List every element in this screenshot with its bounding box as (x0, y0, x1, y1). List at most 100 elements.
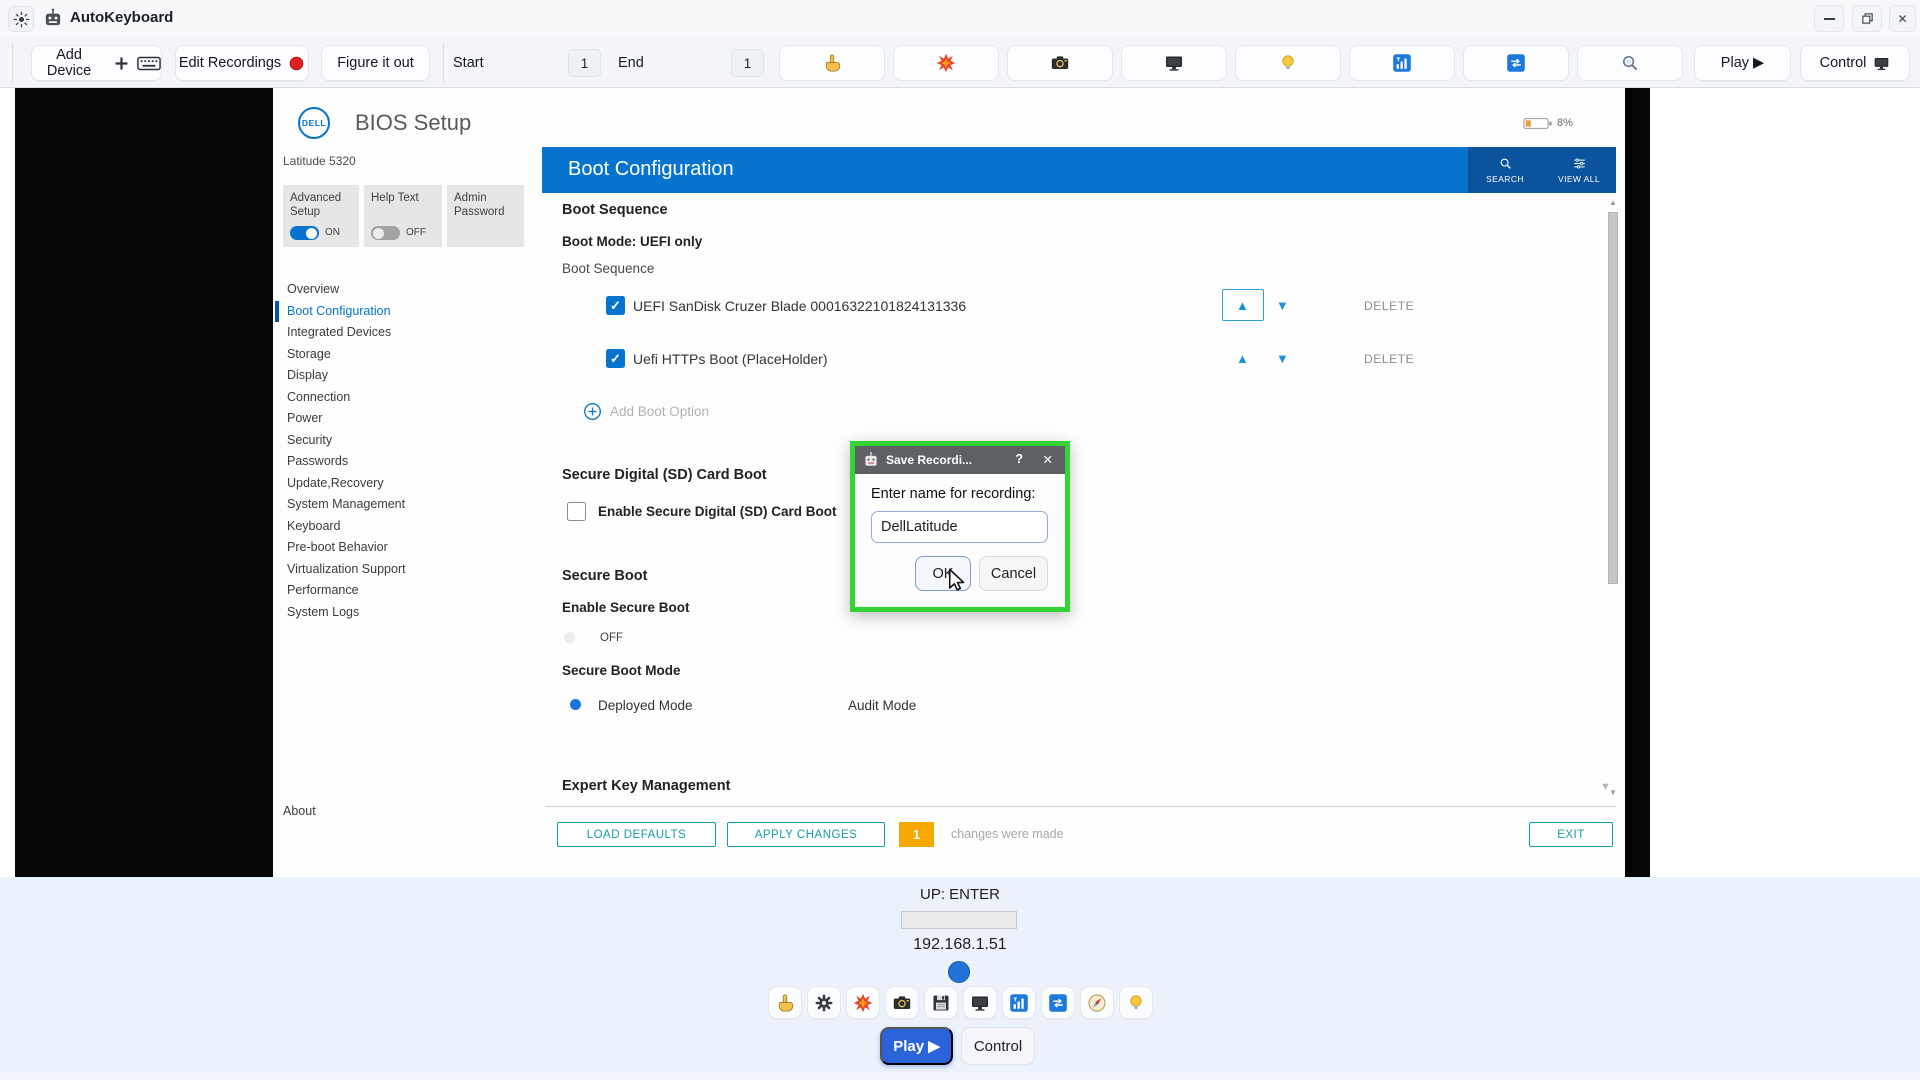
end-input[interactable] (731, 49, 764, 77)
deployed-mode-radio[interactable] (570, 699, 581, 710)
sidebar-item-update-recovery[interactable]: Update,Recovery (275, 473, 515, 495)
floppy-status-button[interactable] (924, 986, 958, 1019)
control-button[interactable]: Control (1800, 45, 1910, 81)
dialog-close-button[interactable]: ✕ (1043, 452, 1053, 467)
sidebar-item-storage[interactable]: Storage (275, 344, 515, 366)
cancel-button[interactable]: Cancel (979, 556, 1048, 591)
sidebar-item-passwords[interactable]: Passwords (275, 451, 515, 473)
sync-toolbar-button[interactable] (1463, 45, 1569, 81)
view-all-icon (1572, 156, 1587, 171)
status-icon-buttons (0, 986, 1920, 1019)
toggle-knob (306, 228, 317, 239)
view-all-button[interactable]: VIEW ALL (1542, 147, 1616, 193)
sidebar-item-about[interactable]: About (283, 804, 316, 818)
sidebar-item-virtualization-support[interactable]: Virtualization Support (275, 559, 515, 581)
scrollbar-thumb[interactable] (1608, 212, 1618, 584)
minimize-button[interactable] (1814, 5, 1844, 32)
sd-card-heading: Secure Digital (SD) Card Boot (562, 467, 767, 483)
compass-status-button[interactable] (1080, 986, 1114, 1019)
dialog-prompt: Enter name for recording: (871, 486, 1035, 502)
control-button-bottom[interactable]: Control (961, 1027, 1035, 1065)
admin-password-card[interactable]: Admin Password (447, 185, 524, 247)
load-defaults-button[interactable]: LOAD DEFAULTS (557, 822, 716, 847)
search-button[interactable]: SEARCH (1468, 147, 1542, 193)
sd-card-checkbox-label: Enable Secure Digital (SD) Card Boot (598, 504, 837, 519)
progress-bar (901, 911, 1017, 929)
exit-button[interactable]: EXIT (1529, 822, 1613, 847)
changes-note: changes were made (951, 827, 1064, 841)
apply-changes-button[interactable]: APPLY CHANGES (727, 822, 885, 847)
sd-card-checkbox[interactable] (567, 502, 586, 521)
secure-boot-mode-label: Secure Boot Mode (562, 663, 681, 678)
dialog-help-button[interactable]: ? (1015, 452, 1023, 466)
close-button[interactable]: ✕ (1889, 5, 1916, 32)
magnifier-toolbar-button[interactable] (1577, 45, 1683, 81)
move-up-button[interactable]: ▲ (1236, 351, 1249, 366)
add-boot-option-label[interactable]: Add Boot Option (610, 404, 709, 419)
add-boot-option-icon[interactable] (583, 402, 602, 421)
burst-toolbar-button[interactable] (893, 45, 999, 81)
monitor-toolbar-button[interactable] (1121, 45, 1227, 81)
hand-status-button[interactable] (768, 986, 802, 1019)
burst-status-button[interactable] (846, 986, 880, 1019)
apply-changes-label: APPLY CHANGES (755, 829, 858, 841)
audit-mode-label[interactable]: Audit Mode (848, 698, 916, 713)
sidebar-item-boot-configuration[interactable]: Boot Configuration (275, 301, 515, 323)
boot-item-checkbox[interactable]: ✓ (606, 349, 625, 368)
sidebar-item-system-management[interactable]: System Management (275, 494, 515, 516)
sync-icon (1506, 53, 1526, 73)
delete-button[interactable]: DELETE (1364, 299, 1414, 313)
bulb-icon (1126, 993, 1146, 1013)
sidebar-item-display[interactable]: Display (275, 365, 515, 387)
signal-toolbar-button[interactable] (1349, 45, 1455, 81)
sidebar-item-security[interactable]: Security (275, 430, 515, 452)
edit-recordings-button[interactable]: Edit Recordings (175, 45, 309, 81)
camera-status-button[interactable] (885, 986, 919, 1019)
delete-button[interactable]: DELETE (1364, 352, 1414, 366)
sidebar-item-connection[interactable]: Connection (275, 387, 515, 409)
move-down-button[interactable]: ▼ (1276, 298, 1289, 313)
scroll-down-icon[interactable]: ▼ (1607, 788, 1619, 797)
scroll-up-icon[interactable]: ▲ (1607, 198, 1619, 207)
dialog-title-bar[interactable]: Save Recordi... ? ✕ (855, 446, 1065, 474)
help-text-card: Help Text OFF (364, 185, 442, 247)
start-input[interactable] (568, 49, 601, 77)
hand-toolbar-button[interactable] (779, 45, 885, 81)
secure-boot-heading: Secure Boot (562, 568, 647, 584)
gear-status-button[interactable] (807, 986, 841, 1019)
theme-button[interactable] (8, 6, 34, 32)
sync-icon (1048, 993, 1068, 1013)
boot-item-label: Uefi HTTPs Boot (PlaceHolder) (633, 351, 828, 367)
status-section: UP: ENTER 192.168.1.51 Play ▶ Control (0, 877, 1920, 1080)
move-down-button[interactable]: ▼ (1276, 351, 1289, 366)
bulb-toolbar-button[interactable] (1235, 45, 1341, 81)
add-device-button[interactable]: Add Device (31, 45, 162, 81)
hand-icon (775, 993, 795, 1013)
help-text-toggle[interactable] (371, 226, 400, 240)
start-label: Start (453, 55, 484, 71)
sidebar-item-keyboard[interactable]: Keyboard (275, 516, 515, 538)
sidebar-item-integrated-devices[interactable]: Integrated Devices (275, 322, 515, 344)
camera-toolbar-button[interactable] (1007, 45, 1113, 81)
play-label: Play ▶ (893, 1037, 940, 1055)
advanced-setup-toggle[interactable] (290, 226, 319, 240)
sidebar-item-system-logs[interactable]: System Logs (275, 602, 515, 624)
sidebar-item-power[interactable]: Power (275, 408, 515, 430)
play-button[interactable]: Play ▶ (1694, 45, 1791, 81)
signal-status-button[interactable] (1002, 986, 1036, 1019)
monitor-status-button[interactable] (963, 986, 997, 1019)
boot-item-checkbox[interactable]: ✓ (606, 296, 625, 315)
app-robot-icon (42, 7, 64, 29)
bulb-status-button[interactable] (1119, 986, 1153, 1019)
move-up-button[interactable]: ▲ (1236, 298, 1249, 313)
toolbar-divider (443, 44, 444, 82)
sidebar-item-performance[interactable]: Performance (275, 580, 515, 602)
maximize-button[interactable] (1852, 5, 1882, 32)
sidebar-item-overview[interactable]: Overview (275, 279, 515, 301)
recording-name-input[interactable] (871, 511, 1048, 543)
sync-status-button[interactable] (1041, 986, 1075, 1019)
figure-it-out-button[interactable]: Figure it out (321, 45, 430, 81)
boot-sequence-row: ✓UEFI SanDisk Cruzer Blade 0001632210182… (542, 296, 1616, 332)
play-button-bottom[interactable]: Play ▶ (880, 1027, 953, 1065)
sidebar-item-pre-boot-behavior[interactable]: Pre-boot Behavior (275, 537, 515, 559)
